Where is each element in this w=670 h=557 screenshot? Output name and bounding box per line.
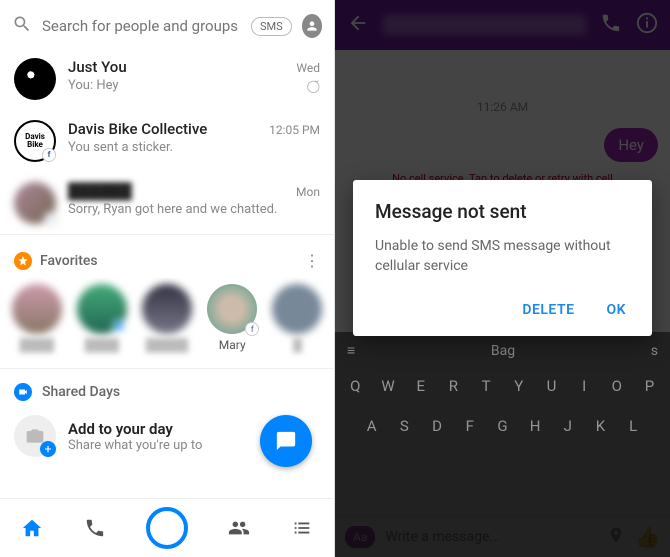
add-day-title: Add to your day (68, 420, 202, 438)
key[interactable]: O (603, 369, 631, 403)
facebook-badge-icon: f (44, 212, 58, 226)
delivered-icon: ◯̌ (307, 79, 320, 93)
ok-button[interactable]: OK (602, 294, 630, 326)
compose-fab[interactable] (260, 415, 312, 467)
key[interactable]: H (521, 409, 549, 443)
search-icon[interactable] (12, 14, 32, 38)
nav-camera-ring[interactable] (146, 507, 188, 549)
conversation-preview: Sorry, Ryan got here and we chatted. (68, 202, 320, 217)
profile-icon[interactable] (302, 14, 322, 38)
nav-menu-icon[interactable] (289, 515, 315, 541)
favorite-item[interactable]: ████ (71, 284, 132, 352)
conversation-item[interactable]: f ██████ Mon Sorry, Ryan got here and we … (0, 172, 334, 234)
favorites-header: Favorites ⋮ (0, 234, 334, 278)
suggestion-bar: ≡ Bag s (339, 338, 666, 363)
key[interactable]: W (374, 369, 402, 403)
add-day-camera-icon: + (14, 415, 56, 457)
key[interactable]: T (472, 369, 500, 403)
suggestion[interactable]: Bag (363, 343, 643, 359)
nav-home-icon[interactable] (19, 515, 45, 541)
plus-badge-icon: + (40, 441, 56, 457)
conversation-preview: You sent a sticker. (68, 140, 320, 155)
sms-right-panel: ██████████ 11:26 AM Hey No cell service.… (335, 0, 670, 557)
conversation-time: 12:05 PM (269, 123, 320, 137)
key[interactable]: E (407, 369, 435, 403)
key-row: ASDFGHJKL (339, 409, 666, 443)
shared-days-header: Shared Days (0, 368, 334, 409)
suggestion[interactable]: s (651, 343, 658, 359)
dialog-title: Message not sent (375, 200, 630, 223)
conversation-name: ██████ (68, 182, 132, 200)
favorite-item[interactable]: █████ (136, 284, 197, 352)
error-dialog: Message not sent Unable to send SMS mess… (353, 180, 652, 336)
key[interactable]: I (570, 369, 598, 403)
key[interactable]: U (537, 369, 565, 403)
dialog-body: Unable to send SMS message without cellu… (375, 237, 630, 276)
key[interactable]: K (587, 409, 615, 443)
key[interactable]: L (619, 409, 647, 443)
star-icon (14, 252, 32, 270)
favorites-label: Favorites (40, 253, 296, 269)
sms-badge[interactable]: SMS (251, 17, 292, 36)
conversation-name: Davis Bike Collective (68, 120, 207, 138)
key[interactable]: A (358, 409, 386, 443)
more-icon[interactable]: ⋮ (304, 251, 320, 270)
favorites-row: ████ ████ █████ f Mary █ (0, 278, 334, 368)
key[interactable]: Q (341, 369, 369, 403)
key[interactable]: S (390, 409, 418, 443)
avatar (14, 58, 56, 100)
add-day-subtitle: Share what you're up to (68, 438, 202, 453)
key[interactable]: P (636, 369, 664, 403)
shared-days-label: Shared Days (42, 384, 120, 400)
avatar: DavisBikef (14, 120, 56, 162)
camera-icon (14, 383, 32, 401)
keyboard-menu-icon[interactable]: ≡ (347, 342, 355, 359)
conversation-name: Just You (68, 58, 127, 76)
search-row: SMS (0, 0, 334, 48)
messenger-left-panel: SMS Just You Wed You: Hey ◯̌ DavisBikef Da… (0, 0, 335, 557)
favorite-item[interactable]: █ (267, 284, 328, 352)
add-to-day-row[interactable]: + Add to your day Share what you're up t… (0, 409, 334, 471)
conversation-item[interactable]: DavisBikef Davis Bike Collective 12:05 PM… (0, 110, 334, 172)
facebook-badge-icon: f (245, 322, 259, 336)
nav-calls-icon[interactable] (82, 515, 108, 541)
bottom-nav (0, 498, 334, 557)
key[interactable]: D (423, 409, 451, 443)
keyboard: ≡ Bag s QWERTYUIOP ASDFGHJKL (335, 332, 670, 557)
conversation-time: Wed (296, 61, 320, 75)
nav-people-icon[interactable] (226, 515, 252, 541)
avatar: f (14, 182, 56, 224)
favorite-item[interactable]: ████ (6, 284, 67, 352)
key-row: QWERTYUIOP (339, 369, 666, 403)
key[interactable]: Y (505, 369, 533, 403)
conversation-preview: You: Hey (68, 78, 119, 93)
key[interactable]: J (554, 409, 582, 443)
conversation-time: Mon (296, 185, 320, 199)
facebook-badge-icon: f (42, 148, 56, 162)
key[interactable]: R (439, 369, 467, 403)
online-badge-icon (113, 320, 125, 332)
key[interactable]: G (488, 409, 516, 443)
conversation-item[interactable]: Just You Wed You: Hey ◯̌ (0, 48, 334, 110)
search-input[interactable] (42, 17, 241, 35)
favorite-name: Mary (219, 338, 246, 352)
favorite-item[interactable]: f Mary (202, 284, 263, 352)
delete-button[interactable]: DELETE (518, 294, 578, 326)
key[interactable]: F (456, 409, 484, 443)
